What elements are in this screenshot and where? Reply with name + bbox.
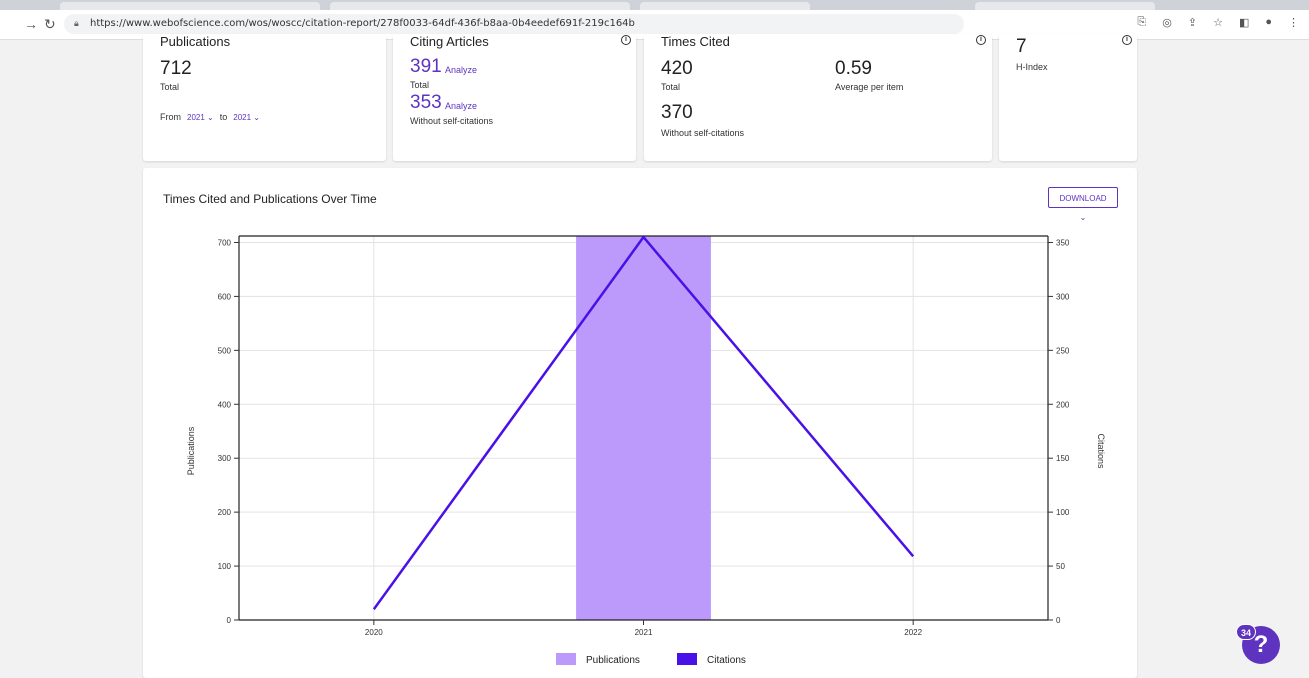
tab-strip (0, 0, 1309, 10)
times-cited-publications-chart: 0 100 200 300 400 500 600 700 0 50 100 150 200 250 300… (186, 235, 1106, 666)
citing-total-label: Total (410, 80, 430, 90)
info-icon[interactable]: i (1122, 35, 1132, 45)
citing-articles-title: Citing Articles (410, 34, 489, 49)
analyze-link-2[interactable]: Analyze (445, 101, 477, 111)
publications-total-label: Total (160, 82, 180, 92)
menu-icon[interactable]: ⋮ (1288, 16, 1299, 29)
times-cited-title: Times Cited (661, 34, 730, 49)
citing-without-value[interactable]: 353 (410, 92, 442, 114)
to-year-select[interactable]: 2021 ⌄ (233, 113, 260, 122)
info-icon[interactable]: i (621, 35, 631, 45)
chart-card: Times Cited and Publications Over Time D… (143, 168, 1137, 678)
share-icon[interactable]: ⇪ (1188, 16, 1197, 29)
y2-axis-label: Citations (1096, 433, 1106, 469)
y2-tick-label: 200 (1056, 400, 1070, 409)
y-tick-label: 700 (218, 238, 232, 247)
chart-legend: Publications Citations (556, 653, 746, 666)
times-cited-total-value: 420 (661, 58, 693, 79)
to-year-value: 2021 (233, 112, 252, 122)
sidebar-icon[interactable]: ◧ (1239, 16, 1249, 29)
translate-icon[interactable]: ⎘ (1137, 16, 1146, 29)
legend-citations-label[interactable]: Citations (707, 655, 746, 666)
y-tick-label: 400 (218, 400, 232, 409)
legend-publications-label[interactable]: Publications (586, 655, 640, 666)
times-cited-without-value: 370 (661, 102, 693, 123)
url-text: https://www.webofscience.com/wos/woscc/c… (90, 18, 635, 29)
browser-tab[interactable] (60, 2, 320, 10)
x-tick-label: 2022 (904, 628, 922, 637)
y2-tick-label: 300 (1056, 292, 1070, 301)
y-tick-label: 300 (218, 454, 232, 463)
average-per-item-value: 0.59 (835, 58, 872, 79)
times-cited-without-label: Without self-citations (661, 128, 745, 138)
lock-icon: 🔒︎ (74, 19, 79, 29)
chevron-down-icon: ⌄ (253, 112, 260, 122)
x-tick-label: 2021 (635, 628, 653, 637)
year-range: From 2021 ⌄ to 2021 ⌄ (160, 112, 260, 122)
legend-publications-swatch[interactable] (556, 653, 576, 665)
to-label: to (219, 112, 228, 122)
chevron-down-icon: ⌄ (207, 112, 214, 122)
from-year-select[interactable]: 2021 ⌄ (187, 113, 214, 122)
reload-icon[interactable]: ↻ (44, 16, 56, 33)
browser-tab[interactable] (330, 2, 630, 10)
y2-tick-label: 350 (1056, 238, 1070, 247)
h-index-label: H-Index (1016, 62, 1048, 72)
h-index-value: 7 (1016, 36, 1027, 57)
notification-badge: 34 (1236, 624, 1256, 640)
info-icon[interactable]: i (976, 35, 986, 45)
times-cited-card: Times Cited i 420 Total 0.59 Average per… (644, 34, 992, 161)
star-icon[interactable]: ☆ (1213, 16, 1223, 29)
y-tick-label: 200 (218, 508, 232, 517)
legend-citations-swatch[interactable] (677, 653, 697, 665)
address-bar[interactable]: 🔒︎ https://www.webofscience.com/wos/wosc… (64, 14, 964, 34)
y2-tick-label: 100 (1056, 508, 1070, 517)
y2-tick-label: 250 (1056, 346, 1070, 355)
y2-tick-label: 0 (1056, 616, 1061, 625)
eye-off-icon[interactable]: ◎ (1162, 16, 1172, 29)
page: Publications 712 Total From 2021 ⌄ to 20… (0, 34, 1309, 678)
y-axis-label: Publications (186, 426, 196, 475)
publications-title: Publications (160, 34, 231, 49)
from-label: From (160, 112, 181, 122)
average-per-item-label: Average per item (835, 82, 904, 92)
citing-without-label: Without self-citations (410, 116, 494, 126)
from-year-value: 2021 (187, 112, 205, 122)
times-cited-total-label: Total (661, 82, 681, 92)
citing-total-value[interactable]: 391 (410, 56, 442, 78)
publications-total-value: 712 (160, 58, 192, 79)
y2-tick-label: 50 (1056, 562, 1065, 571)
analyze-link[interactable]: Analyze (445, 65, 477, 75)
x-tick-label: 2020 (365, 628, 383, 637)
publications-card: Publications 712 Total From 2021 ⌄ to 20… (143, 34, 386, 161)
profile-icon[interactable]: ● (1265, 16, 1272, 29)
citing-articles-card: Citing Articles i 391 Analyze Total 353 … (393, 34, 636, 161)
y2-tick-label: 150 (1056, 454, 1070, 463)
y-tick-label: 0 (227, 616, 232, 625)
browser-tab[interactable] (975, 2, 1155, 10)
h-index-card: i 7 H-Index (999, 34, 1137, 161)
y-tick-label: 600 (218, 292, 232, 301)
forward-icon[interactable]: → (24, 16, 38, 32)
browser-tab[interactable] (640, 2, 810, 10)
y-tick-label: 500 (218, 346, 232, 355)
y-tick-label: 100 (218, 562, 232, 571)
